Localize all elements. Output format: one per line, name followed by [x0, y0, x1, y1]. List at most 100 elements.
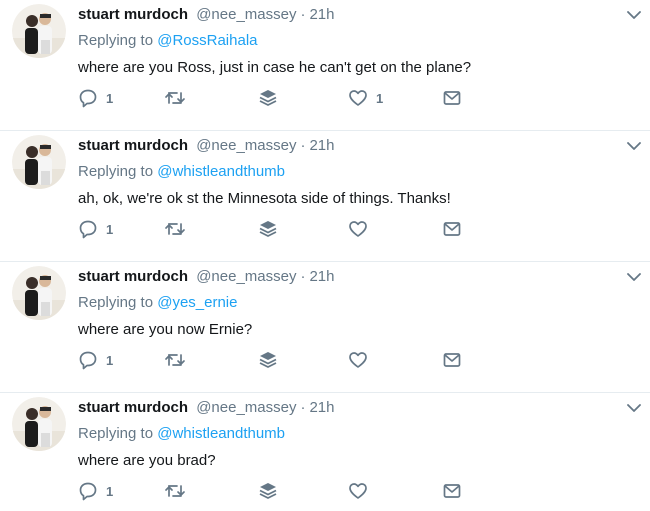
tweet[interactable]: stuart murdoch @nee_massey · 21h Replying …: [0, 131, 650, 262]
author-name[interactable]: stuart murdoch: [78, 399, 188, 416]
like-button[interactable]: [348, 350, 376, 370]
reply-count: 1: [106, 221, 114, 237]
tweet-actions: 1: [78, 350, 478, 370]
like-button[interactable]: [348, 481, 376, 501]
retweet-button[interactable]: [164, 350, 186, 370]
layers-icon: [258, 481, 278, 501]
layers-icon: [258, 219, 278, 239]
separator-dot: ·: [300, 6, 306, 23]
tweet-text: where are you Ross, just in case he can'…: [78, 59, 472, 76]
tweet-actions: 1: [78, 481, 478, 501]
avatar[interactable]: [12, 4, 66, 58]
reply-icon: [78, 219, 98, 239]
layers-icon: [258, 88, 278, 108]
replying-to-mention[interactable]: @whistleandthumb: [157, 425, 285, 442]
author-name[interactable]: stuart murdoch: [78, 6, 188, 23]
tweet-header: stuart murdoch @nee_massey · 21h: [78, 268, 610, 286]
retweet-icon: [164, 481, 186, 501]
tweet[interactable]: stuart murdoch @nee_massey · 21h Replying …: [0, 393, 650, 511]
like-button[interactable]: [348, 219, 376, 239]
direct-message-button[interactable]: [442, 350, 462, 370]
reply-count: 1: [106, 90, 114, 106]
tweet-header: stuart murdoch @nee_massey · 21h: [78, 6, 610, 24]
direct-message-button[interactable]: [442, 88, 462, 108]
chevron-down-icon[interactable]: [626, 139, 642, 151]
tweet-content: stuart murdoch @nee_massey · 21h Replying …: [78, 399, 610, 471]
author-handle[interactable]: @nee_massey: [196, 268, 296, 285]
replying-to-label: Replying to: [78, 32, 158, 49]
tweet-content: stuart murdoch @nee_massey · 21h Replying …: [78, 137, 610, 209]
chevron-down-icon[interactable]: [626, 270, 642, 282]
replying-to: Replying to @yes_ernie: [78, 294, 610, 312]
stack-button[interactable]: [258, 88, 278, 108]
heart-icon: [348, 88, 368, 108]
envelope-icon: [442, 350, 462, 370]
timestamp[interactable]: 21h: [309, 6, 334, 23]
retweet-button[interactable]: [164, 219, 186, 239]
stack-button[interactable]: [258, 481, 278, 501]
reply-button[interactable]: 1: [78, 88, 113, 108]
envelope-icon: [442, 481, 462, 501]
retweet-button[interactable]: [164, 88, 186, 108]
tweet-text: ah, ok, we're ok st the Minnesota side o…: [78, 190, 451, 207]
replying-to: Replying to @RossRaihala: [78, 32, 610, 50]
separator-dot: ·: [300, 137, 306, 154]
separator-dot: ·: [300, 268, 306, 285]
reply-icon: [78, 88, 98, 108]
direct-message-button[interactable]: [442, 219, 462, 239]
tweet-actions: 1: [78, 88, 478, 108]
timestamp[interactable]: 21h: [309, 268, 334, 285]
replying-to-mention[interactable]: @whistleandthumb: [157, 163, 285, 180]
avatar[interactable]: [12, 397, 66, 451]
author-handle[interactable]: @nee_massey: [196, 399, 296, 416]
reply-button[interactable]: 1: [78, 481, 113, 501]
timeline: stuart murdoch @nee_massey · 21h Replying …: [0, 0, 650, 511]
tweet-header: stuart murdoch @nee_massey · 21h: [78, 399, 610, 417]
reply-count: 1: [106, 352, 114, 368]
envelope-icon: [442, 219, 462, 239]
tweet-content: stuart murdoch @nee_massey · 21h Replying …: [78, 268, 610, 340]
replying-to-mention[interactable]: @RossRaihala: [157, 32, 257, 49]
replying-to-label: Replying to: [78, 425, 158, 442]
direct-message-button[interactable]: [442, 481, 462, 501]
avatar[interactable]: [12, 135, 66, 189]
timestamp[interactable]: 21h: [309, 137, 334, 154]
tweet-actions: 1: [78, 219, 478, 239]
replying-to-label: Replying to: [78, 294, 158, 311]
stack-button[interactable]: [258, 350, 278, 370]
heart-icon: [348, 350, 368, 370]
replying-to-mention[interactable]: @yes_ernie: [157, 294, 237, 311]
tweet-header: stuart murdoch @nee_massey · 21h: [78, 137, 610, 155]
avatar[interactable]: [12, 266, 66, 320]
author-name[interactable]: stuart murdoch: [78, 137, 188, 154]
reply-count: 1: [106, 483, 114, 499]
retweet-icon: [164, 219, 186, 239]
retweet-button[interactable]: [164, 481, 186, 501]
like-button[interactable]: 1: [348, 88, 383, 108]
reply-button[interactable]: 1: [78, 350, 113, 370]
tweet[interactable]: stuart murdoch @nee_massey · 21h Replying …: [0, 0, 650, 131]
tweet[interactable]: stuart murdoch @nee_massey · 21h Replying …: [0, 262, 650, 393]
reply-button[interactable]: 1: [78, 219, 113, 239]
author-handle[interactable]: @nee_massey: [196, 6, 296, 23]
chevron-down-icon[interactable]: [626, 401, 642, 413]
tweet-text: where are you brad?: [78, 452, 216, 469]
retweet-icon: [164, 350, 186, 370]
like-count: 1: [376, 90, 384, 106]
replying-to: Replying to @whistleandthumb: [78, 425, 610, 443]
heart-icon: [348, 219, 368, 239]
envelope-icon: [442, 88, 462, 108]
timestamp[interactable]: 21h: [309, 399, 334, 416]
tweet-text: where are you now Ernie?: [78, 321, 253, 338]
reply-icon: [78, 481, 98, 501]
layers-icon: [258, 350, 278, 370]
author-name[interactable]: stuart murdoch: [78, 268, 188, 285]
chevron-down-icon[interactable]: [626, 8, 642, 20]
author-handle[interactable]: @nee_massey: [196, 137, 296, 154]
retweet-icon: [164, 88, 186, 108]
reply-icon: [78, 350, 98, 370]
replying-to-label: Replying to: [78, 163, 158, 180]
tweet-content: stuart murdoch @nee_massey · 21h Replying …: [78, 6, 610, 78]
stack-button[interactable]: [258, 219, 278, 239]
heart-icon: [348, 481, 368, 501]
